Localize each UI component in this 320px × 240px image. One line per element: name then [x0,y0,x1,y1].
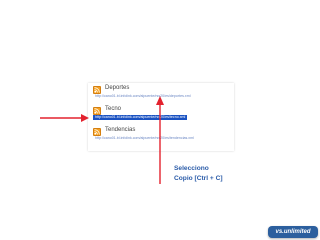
instruction-copy: Copio [Ctrl + C] [174,174,223,182]
feed-name[interactable]: Deportes [105,85,129,92]
pointer-arrow-right-icon [40,114,89,122]
feed-name[interactable]: Tecno [105,106,121,113]
rss-icon [93,107,101,115]
feed-url[interactable]: http://cano01.bl.infolink.com/alpuente/r… [93,136,196,141]
pointer-arrow-up-icon [156,96,164,184]
feed-url[interactable]: http://cano01.bl.infolink.com/alpuente/r… [93,94,193,99]
feed-url-selected[interactable]: http://cano01.bl.infolink.com/alpuente/r… [93,115,188,120]
feed-name[interactable]: Tendencias [105,127,135,134]
instructions: Selecciono Copio [Ctrl + C] [174,164,223,183]
rss-icon [93,128,101,136]
rss-icon [93,86,101,94]
instruction-select: Selecciono [174,165,209,172]
brand-badge: vs.unlimited [268,226,318,238]
